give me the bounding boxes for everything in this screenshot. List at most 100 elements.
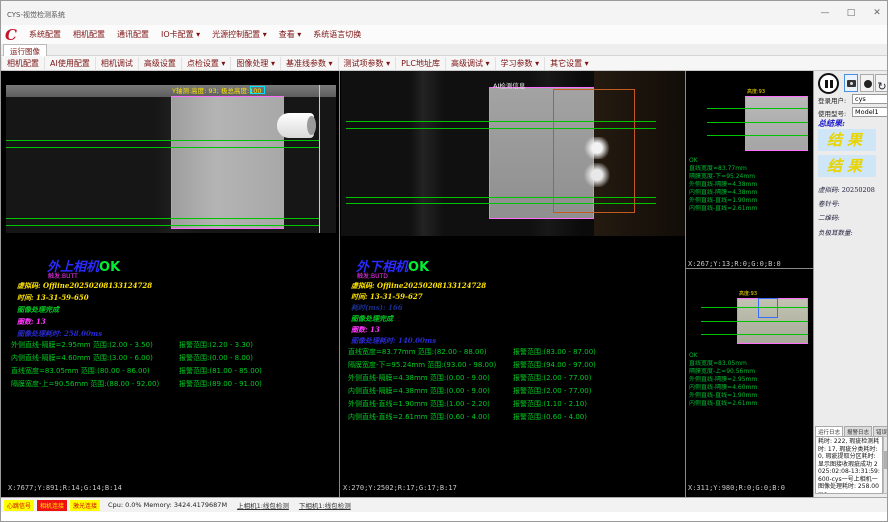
return-arrow-icon: ↻ bbox=[877, 80, 886, 93]
right-top-battery-region bbox=[745, 96, 808, 151]
left-camera-result: OK bbox=[99, 260, 120, 275]
center-highlight-1 bbox=[584, 137, 610, 159]
measurement-value: 直线宽度=83.77mm 范围:(82.00 - 88.00) bbox=[348, 346, 513, 359]
left-measurements: 外侧直线-隔膜=2.95mm 范围:(2.00 - 3.50) 报警范围:(2.… bbox=[11, 339, 336, 391]
statusbar: 心跳信号 相机连接 激光连接 Cpu: 0.0% Memory: 3424.41… bbox=[1, 497, 888, 512]
toolbar-item[interactable]: AI使用配置 bbox=[44, 57, 95, 70]
measurement-alarm-range: 报警范围:(2.20 - 3.30) bbox=[179, 339, 253, 352]
log-scrollbar[interactable] bbox=[883, 436, 888, 494]
exit-button[interactable]: ↻ bbox=[875, 74, 888, 92]
center-done-text: 图像处理完成 bbox=[351, 314, 393, 324]
pause-button[interactable] bbox=[818, 73, 839, 94]
measurement-row: 内侧直线-隔膜=4.60mm 范围:(3.00 - 6.00) 报警范围:(0.… bbox=[11, 352, 336, 365]
center-baseline-4 bbox=[346, 203, 656, 204]
result-box-2: 结果 bbox=[818, 155, 876, 177]
app-logo-icon: C bbox=[5, 27, 17, 43]
rt-baseline-3 bbox=[707, 135, 808, 136]
measurement-alarm-range: 报警范围:(2.00 - 77.00) bbox=[513, 372, 591, 385]
toolbar-item[interactable]: 基准线参数 ▾ bbox=[280, 57, 338, 70]
tab-row: 运行图像 bbox=[1, 44, 888, 56]
measurement-alarm-range: 报警范围:(81.00 - 85.00) bbox=[179, 365, 262, 378]
measurement-alarm-range: 报警范围:(0.60 - 4.00) bbox=[513, 411, 587, 424]
toolbar-item[interactable]: 学习参数 ▾ bbox=[495, 57, 545, 70]
toolbar-items: 相机配置AI使用配置相机调试高级设置点检设置 ▾图像处理 ▾基准线参数 ▾测试项… bbox=[1, 57, 594, 70]
micro-line: 隔膜宽度-下=95.24mm bbox=[689, 173, 757, 181]
left-baseline-1 bbox=[6, 140, 319, 141]
micro-line: 隔膜宽度-上=90.56mm bbox=[689, 368, 757, 376]
right-top-result-lines: OK直线宽度=83.77mm隔膜宽度-下=95.24mm外侧直线-隔膜=4.38… bbox=[689, 157, 757, 213]
measurement-row: 内侧直线-隔膜=4.38mm 范围:(0.00 - 9.00) 报警范围:(2.… bbox=[348, 385, 682, 398]
toolbar-item[interactable]: 高级设置 bbox=[138, 57, 181, 70]
toolbar-item[interactable]: PLC地址库 bbox=[395, 57, 445, 70]
menu-item[interactable]: 系统配置 bbox=[23, 27, 67, 42]
capture-button[interactable] bbox=[860, 74, 874, 92]
log-output[interactable]: 耗时: 222, 瑕疵检测耗时: 17, 瑕疵分类耗时: 0, 瑕疵提取分区耗时… bbox=[815, 436, 883, 494]
right-bottom-cursor-status: X:311;Y:980;R:0;G:0;B:0 bbox=[688, 484, 785, 492]
center-turns: 圈数: 13 bbox=[351, 325, 380, 335]
menu-item[interactable]: 光源控制配置 ▾ bbox=[206, 27, 273, 42]
camera-tool-button[interactable] bbox=[844, 74, 858, 92]
toolbar-item[interactable]: 图像处理 ▾ bbox=[230, 57, 280, 70]
model-input[interactable] bbox=[852, 107, 888, 117]
right-top-cursor-status: X:267;Y:13;R:0;G:0;B:0 bbox=[688, 260, 781, 268]
measurement-row: 直线宽度=83.77mm 范围:(82.00 - 88.00) 报警范围:(83… bbox=[348, 346, 682, 359]
left-cursor-status: X:7677;Y:891;R:14;G:14;B:14 bbox=[8, 484, 122, 492]
menu-item[interactable]: IO卡配置 ▾ bbox=[155, 27, 206, 42]
measurement-row: 隔膜宽度-上=90.56mm 范围:(88.00 - 92.00) 报警范围:(… bbox=[11, 378, 336, 391]
measurement-alarm-range: 报警范围:(1.10 - 2.10) bbox=[513, 398, 587, 411]
measurement-row: 内侧直线-直线=2.61mm 范围:(0.60 - 4.00) 报警范围:(0.… bbox=[348, 411, 682, 424]
micro-line: OK bbox=[689, 157, 757, 165]
close-button[interactable]: ✕ bbox=[869, 7, 885, 20]
toolbar-item[interactable]: 高级调试 ▾ bbox=[445, 57, 495, 70]
center-baseline-3 bbox=[346, 197, 656, 198]
toolbar-item[interactable]: 测试项参数 ▾ bbox=[338, 57, 396, 70]
model-label: 使用型号: bbox=[818, 110, 846, 118]
rb-baseline-3 bbox=[701, 334, 808, 335]
micro-line: 外侧直线-直线=1.90mm bbox=[689, 392, 757, 400]
winding-pin-field: 卷针号: bbox=[818, 198, 840, 208]
laser-connection-chip: 激光连接 bbox=[70, 500, 100, 511]
menu-item[interactable]: 查看 ▾ bbox=[273, 27, 308, 42]
menu-item[interactable]: 系统语言切换 bbox=[307, 27, 367, 42]
total-result-label: 总结果: bbox=[818, 118, 845, 129]
lower-camera-status[interactable]: 下相机1:线包检测 bbox=[299, 500, 351, 510]
camera-connection-chip: 相机连接 bbox=[37, 500, 67, 511]
negative-tab-count-label: 负极耳数量: bbox=[818, 229, 853, 237]
login-user-row: 登录用户: bbox=[818, 95, 888, 106]
toolbar: 相机配置AI使用配置相机调试高级设置点检设置 ▾图像处理 ▾基准线参数 ▾测试项… bbox=[1, 56, 888, 71]
qr-code-label: 二维码: bbox=[818, 214, 840, 222]
negative-tab-count-field: 负极耳数量: bbox=[818, 227, 853, 237]
rt-baseline-1 bbox=[707, 108, 808, 109]
upper-camera-status[interactable]: 上相机1:线包检测 bbox=[237, 500, 289, 510]
left-done-text: 图像处理完成 bbox=[17, 305, 59, 315]
toolbar-item[interactable]: 相机配置 bbox=[1, 57, 44, 70]
center-camera-trigger: 触发:BUTD bbox=[357, 271, 388, 280]
measurement-row: 外侧直线-直线=1.90mm 范围:(1.00 - 2.20) 报警范围:(1.… bbox=[348, 398, 682, 411]
login-user-input[interactable] bbox=[852, 94, 888, 104]
maximize-button[interactable]: □ bbox=[843, 7, 859, 20]
measurement-alarm-range: 报警范围:(94.00 - 97.00) bbox=[513, 359, 596, 372]
measurement-value: 内侧直线-直线=2.61mm 范围:(0.60 - 4.00) bbox=[348, 411, 513, 424]
menubar: C 系统配置相机配置通讯配置IO卡配置 ▾光源控制配置 ▾查看 ▾系统语言切换 bbox=[1, 25, 888, 44]
measurement-value: 隔膜宽度-下=95.24mm 范围:(93.00 - 98.00) bbox=[348, 359, 513, 372]
virtual-code-label: 虚拟码: bbox=[818, 186, 840, 194]
toolbar-item[interactable]: 其它设置 ▾ bbox=[544, 57, 594, 70]
toolbar-item[interactable]: 点检设置 ▾ bbox=[181, 57, 231, 70]
divider-left-center bbox=[339, 71, 340, 497]
menu-item[interactable]: 通讯配置 bbox=[111, 27, 155, 42]
micro-line: 外侧直线-隔膜=4.38mm bbox=[689, 181, 757, 189]
micro-line: 外侧直线-隔膜=2.95mm bbox=[689, 376, 757, 384]
toolbar-item[interactable]: 相机调试 bbox=[95, 57, 138, 70]
left-overlay-note: Y轴测:高度: 93; 极总高度:100 bbox=[172, 85, 262, 95]
lens-icon bbox=[864, 80, 872, 88]
right-bottom-result-lines: OK直线宽度=83.05mm隔膜宽度-上=90.56mm外侧直线-隔膜=2.95… bbox=[689, 352, 757, 408]
menu-item[interactable]: 相机配置 bbox=[67, 27, 111, 42]
menu-items: 系统配置相机配置通讯配置IO卡配置 ▾光源控制配置 ▾查看 ▾系统语言切换 bbox=[23, 27, 367, 42]
left-camera-trigger: 触发:BUTT bbox=[48, 271, 78, 280]
heartbeat-status-chip: 心跳信号 bbox=[4, 500, 34, 511]
left-battery-cell-region bbox=[171, 96, 284, 229]
minimize-button[interactable]: — bbox=[817, 7, 833, 20]
window-title: CYS-视觉检测系统 bbox=[7, 10, 65, 20]
log-scrollbar-thumb[interactable] bbox=[884, 451, 887, 469]
measurement-alarm-range: 报警范围:(2.00 - 77.00) bbox=[513, 385, 591, 398]
